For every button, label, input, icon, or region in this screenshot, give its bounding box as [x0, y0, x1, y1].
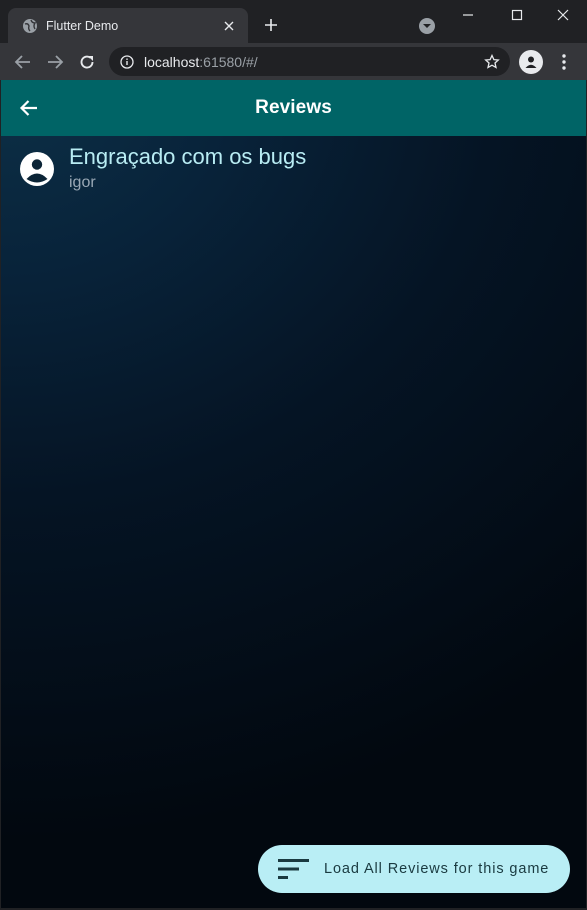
tab-title: Flutter Demo	[46, 18, 119, 33]
minimize-icon[interactable]	[456, 5, 480, 25]
close-window-icon[interactable]	[551, 5, 575, 25]
list-item[interactable]: Engraçado com os bugs igor	[17, 144, 577, 196]
tab-close-icon[interactable]	[220, 17, 238, 35]
tab-search-icon[interactable]	[418, 17, 436, 35]
review-title: Engraçado com os bugs	[69, 144, 307, 169]
profile-avatar-icon[interactable]	[519, 50, 543, 74]
browser-tab[interactable]: Flutter Demo	[8, 8, 248, 43]
browser-menu-icon[interactable]	[556, 52, 572, 72]
back-nav-icon[interactable]	[12, 51, 34, 73]
app-bar: Reviews	[1, 80, 586, 136]
site-info-icon[interactable]	[120, 54, 134, 69]
forward-nav-icon[interactable]	[44, 51, 66, 73]
browser-titlebar: Flutter Demo	[0, 0, 587, 43]
new-tab-icon[interactable]	[261, 15, 281, 35]
reload-icon[interactable]	[76, 51, 98, 73]
review-author: igor	[69, 174, 96, 191]
browser-toolbar: localhost:61580/#/	[0, 43, 587, 80]
sort-icon	[278, 857, 310, 881]
bookmark-star-icon[interactable]	[484, 54, 500, 70]
load-all-reviews-label: Load All Reviews for this game	[324, 861, 550, 877]
globe-icon	[22, 18, 38, 34]
page-title: Reviews	[255, 97, 332, 118]
load-all-reviews-button[interactable]: Load All Reviews for this game	[258, 845, 570, 893]
url-host: localhost	[144, 53, 200, 70]
address-bar[interactable]: localhost:61580/#/	[109, 47, 510, 76]
url-path: :61580/#/	[199, 53, 258, 70]
maximize-icon[interactable]	[505, 5, 529, 25]
app-viewport: Reviews Engraçado com os bugs igor Load …	[1, 80, 586, 908]
account-circle-icon	[19, 151, 55, 187]
